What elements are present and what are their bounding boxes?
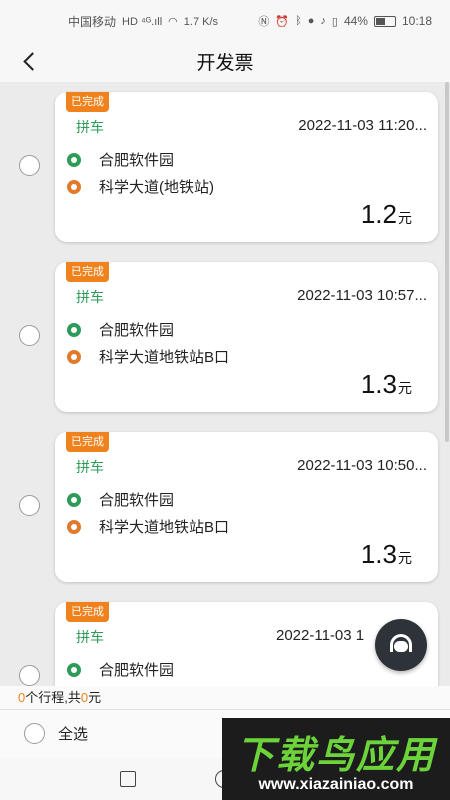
trip-select-radio[interactable] xyxy=(19,155,40,176)
network-speed: 1.7 K/s xyxy=(183,15,219,28)
trip-type: 拼车 xyxy=(76,119,104,135)
destination-pin-icon xyxy=(67,519,81,534)
trip-type: 拼车 xyxy=(76,289,104,305)
recents-button[interactable] xyxy=(120,771,136,787)
status-right: Ⓝ ⏰ ᛒ ● ♪ ▯ 44% 10:18 xyxy=(258,13,432,29)
status-badge: 已完成 xyxy=(66,432,109,452)
trip-card[interactable]: 已完成 拼车 2022-11-03 11:20... 合肥软件园 科学大道(地铁… xyxy=(55,92,438,242)
clock: 10:18 xyxy=(401,14,432,28)
carrier-label: 中国移动 xyxy=(68,15,117,29)
origin-label: 合肥软件园 xyxy=(99,322,175,339)
origin: 合肥软件园 xyxy=(67,149,174,170)
trip-select-radio[interactable] xyxy=(19,665,40,686)
trip-row: 已完成 拼车 2022-11-03 10:50... 合肥软件园 科学大道地铁站… xyxy=(0,432,450,582)
trip-type: 拼车 xyxy=(76,629,104,645)
origin: 合肥软件园 xyxy=(67,319,174,340)
destination-label: 科学大道地铁站B口 xyxy=(99,349,230,366)
select-all-toggle[interactable]: 全选 xyxy=(24,723,88,744)
trip-card[interactable]: 已完成 拼车 2022-11-03 10:57... 合肥软件园 科学大道地铁站… xyxy=(55,262,438,412)
nfc-icon: Ⓝ xyxy=(258,16,270,28)
origin-label: 合肥软件园 xyxy=(99,152,175,169)
trip-select-radio[interactable] xyxy=(19,495,40,516)
location-icon: ● xyxy=(307,15,315,27)
count-suffix: 个行程,共 xyxy=(25,690,81,705)
page-title: 开发票 xyxy=(196,53,254,74)
price-value: 1.2 xyxy=(360,199,397,229)
trip-price: 1.3元 xyxy=(361,369,412,400)
battery-percent: 44% xyxy=(343,14,368,28)
destination: 科学大道(地铁站) xyxy=(67,176,214,197)
origin-label: 合肥软件园 xyxy=(99,492,175,509)
origin-pin-icon xyxy=(67,152,81,167)
trip-card[interactable]: 已完成 拼车 2022-11-03 10:50... 合肥软件园 科学大道地铁站… xyxy=(55,432,438,582)
destination-pin-icon xyxy=(67,179,81,194)
select-all-radio[interactable] xyxy=(24,723,45,744)
trip-row: 已完成 拼车 2022-11-03 11:20... 合肥软件园 科学大道(地铁… xyxy=(0,92,450,242)
status-badge: 已完成 xyxy=(66,92,109,112)
trip-price: 1.2元 xyxy=(361,199,412,230)
selected-amount: 0 xyxy=(80,690,89,705)
destination-label: 科学大道地铁站B口 xyxy=(99,519,230,536)
app-header: 开发票 xyxy=(0,42,450,82)
trip-type: 拼车 xyxy=(76,459,104,475)
destination-pin-icon xyxy=(67,349,81,364)
status-bar: 中国移动 HD ⁴ᴳ.ıll ◠ 1.7 K/s Ⓝ ⏰ ᛒ ● ♪ ▯ 44%… xyxy=(0,0,450,42)
headset-icon xyxy=(388,633,414,657)
trip-time: 2022-11-03 10:57... xyxy=(297,287,427,304)
mic-icon: ♪ xyxy=(320,15,326,27)
origin-pin-icon xyxy=(67,662,81,677)
amount-suffix: 元 xyxy=(88,690,102,705)
status-badge: 已完成 xyxy=(66,262,109,282)
destination: 科学大道地铁站B口 xyxy=(67,516,229,537)
destination: 科学大道地铁站B口 xyxy=(67,346,229,367)
trip-time: 2022-11-03 1 xyxy=(276,627,365,644)
price-unit: 元 xyxy=(398,210,412,226)
trip-row: 已完成 拼车 2022-11-03 10:57... 合肥软件园 科学大道地铁站… xyxy=(0,262,450,412)
origin: 合肥软件园 xyxy=(67,659,174,680)
selection-summary: 0个行程,共0元 xyxy=(0,686,450,710)
select-all-label: 全选 xyxy=(58,726,89,743)
origin-label: 合肥软件园 xyxy=(99,662,175,679)
trip-price: 1.3元 xyxy=(361,539,412,570)
watermark-title: 下载鸟应用 xyxy=(235,735,436,777)
origin-pin-icon xyxy=(67,322,81,337)
watermark-url: www.xiazainiao.com xyxy=(258,776,414,793)
wifi-icon: ◠ xyxy=(168,16,178,28)
trip-select-radio[interactable] xyxy=(19,325,40,346)
price-unit: 元 xyxy=(398,550,412,566)
trip-list[interactable]: 已完成 拼车 2022-11-03 11:20... 合肥软件园 科学大道(地铁… xyxy=(0,82,450,686)
bluetooth-icon: ᛒ xyxy=(295,15,302,27)
battery-icon xyxy=(373,15,396,27)
origin: 合肥软件园 xyxy=(67,489,174,510)
price-value: 1.3 xyxy=(360,369,397,399)
price-value: 1.3 xyxy=(360,539,397,569)
trip-time: 2022-11-03 11:20... xyxy=(298,117,427,134)
alarm-icon: ⏰ xyxy=(275,15,290,28)
vibrate-icon: ▯ xyxy=(331,15,338,28)
customer-service-button[interactable] xyxy=(375,619,427,671)
trip-time: 2022-11-03 10:50... xyxy=(297,457,427,474)
watermark: 下载鸟应用 www.xiazainiao.com xyxy=(222,718,450,800)
network-indicator: HD ⁴ᴳ.ıll xyxy=(122,15,163,28)
destination-label: 科学大道(地铁站) xyxy=(99,179,214,196)
status-left: 中国移动 HD ⁴ᴳ.ıll ◠ 1.7 K/s xyxy=(68,13,218,30)
origin-pin-icon xyxy=(67,492,81,507)
status-badge: 已完成 xyxy=(66,602,109,622)
price-unit: 元 xyxy=(398,380,412,396)
